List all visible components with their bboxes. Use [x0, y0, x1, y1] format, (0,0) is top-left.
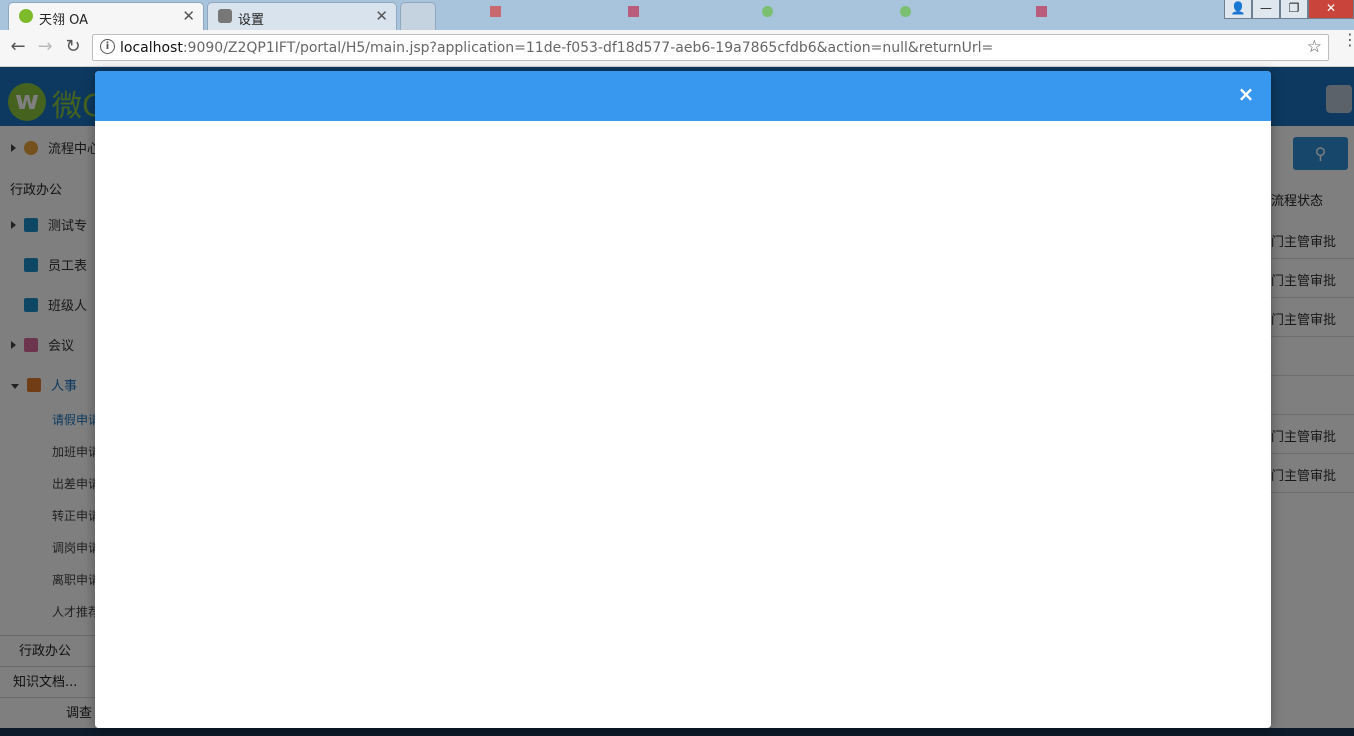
url-host: localhost — [120, 40, 183, 56]
tab-tianling-oa[interactable]: 天翎 OA ✕ — [8, 2, 204, 30]
window-controls: 👤 — ❐ ✕ — [1224, 0, 1354, 20]
tab-close-icon[interactable]: ✕ — [182, 7, 195, 25]
modal-dialog: × — [95, 71, 1271, 728]
bookmark-ghost — [900, 6, 916, 24]
bookmark-ghost — [1036, 6, 1052, 24]
browser-tabstrip: 天翎 OA ✕ 设置 ✕ 👤 — ❐ ✕ — [0, 0, 1354, 30]
maximize-button[interactable]: ❐ — [1280, 0, 1308, 19]
modal-header: × — [95, 71, 1271, 121]
address-bar[interactable]: i localhost:9090/Z2QP1IFT/portal/H5/main… — [92, 34, 1329, 61]
bookmark-ghost — [628, 6, 644, 24]
bookmark-star-icon[interactable]: ☆ — [1307, 37, 1322, 57]
tab-label: 设置 — [238, 13, 265, 28]
tab-label: 天翎 OA — [39, 13, 89, 28]
gear-icon — [218, 9, 232, 23]
window-close-button[interactable]: ✕ — [1308, 0, 1354, 19]
url-text: localhost:9090/Z2QP1IFT/portal/H5/main.j… — [120, 40, 993, 56]
bookmark-ghost — [762, 6, 778, 24]
browser-toolbar: ← → ↻ i localhost:9090/Z2QP1IFT/portal/H… — [0, 30, 1354, 67]
new-tab-button[interactable] — [400, 2, 436, 30]
bookmark-ghost — [490, 6, 506, 24]
back-icon[interactable]: ← — [7, 36, 29, 57]
tab-close-icon[interactable]: ✕ — [375, 7, 388, 25]
reload-icon[interactable]: ↻ — [62, 36, 84, 57]
favicon-icon — [19, 9, 33, 23]
minimize-button[interactable]: — — [1252, 0, 1280, 19]
url-path: :9090/Z2QP1IFT/portal/H5/main.jsp?applic… — [182, 40, 994, 56]
tab-settings[interactable]: 设置 ✕ — [207, 2, 397, 30]
browser-menu-icon[interactable]: ⋮ — [1342, 32, 1354, 48]
modal-body — [95, 121, 1271, 728]
modal-close-button[interactable]: × — [1235, 83, 1257, 105]
forward-icon[interactable]: → — [34, 36, 56, 57]
info-icon[interactable]: i — [100, 39, 115, 54]
user-icon[interactable]: 👤 — [1224, 0, 1252, 19]
